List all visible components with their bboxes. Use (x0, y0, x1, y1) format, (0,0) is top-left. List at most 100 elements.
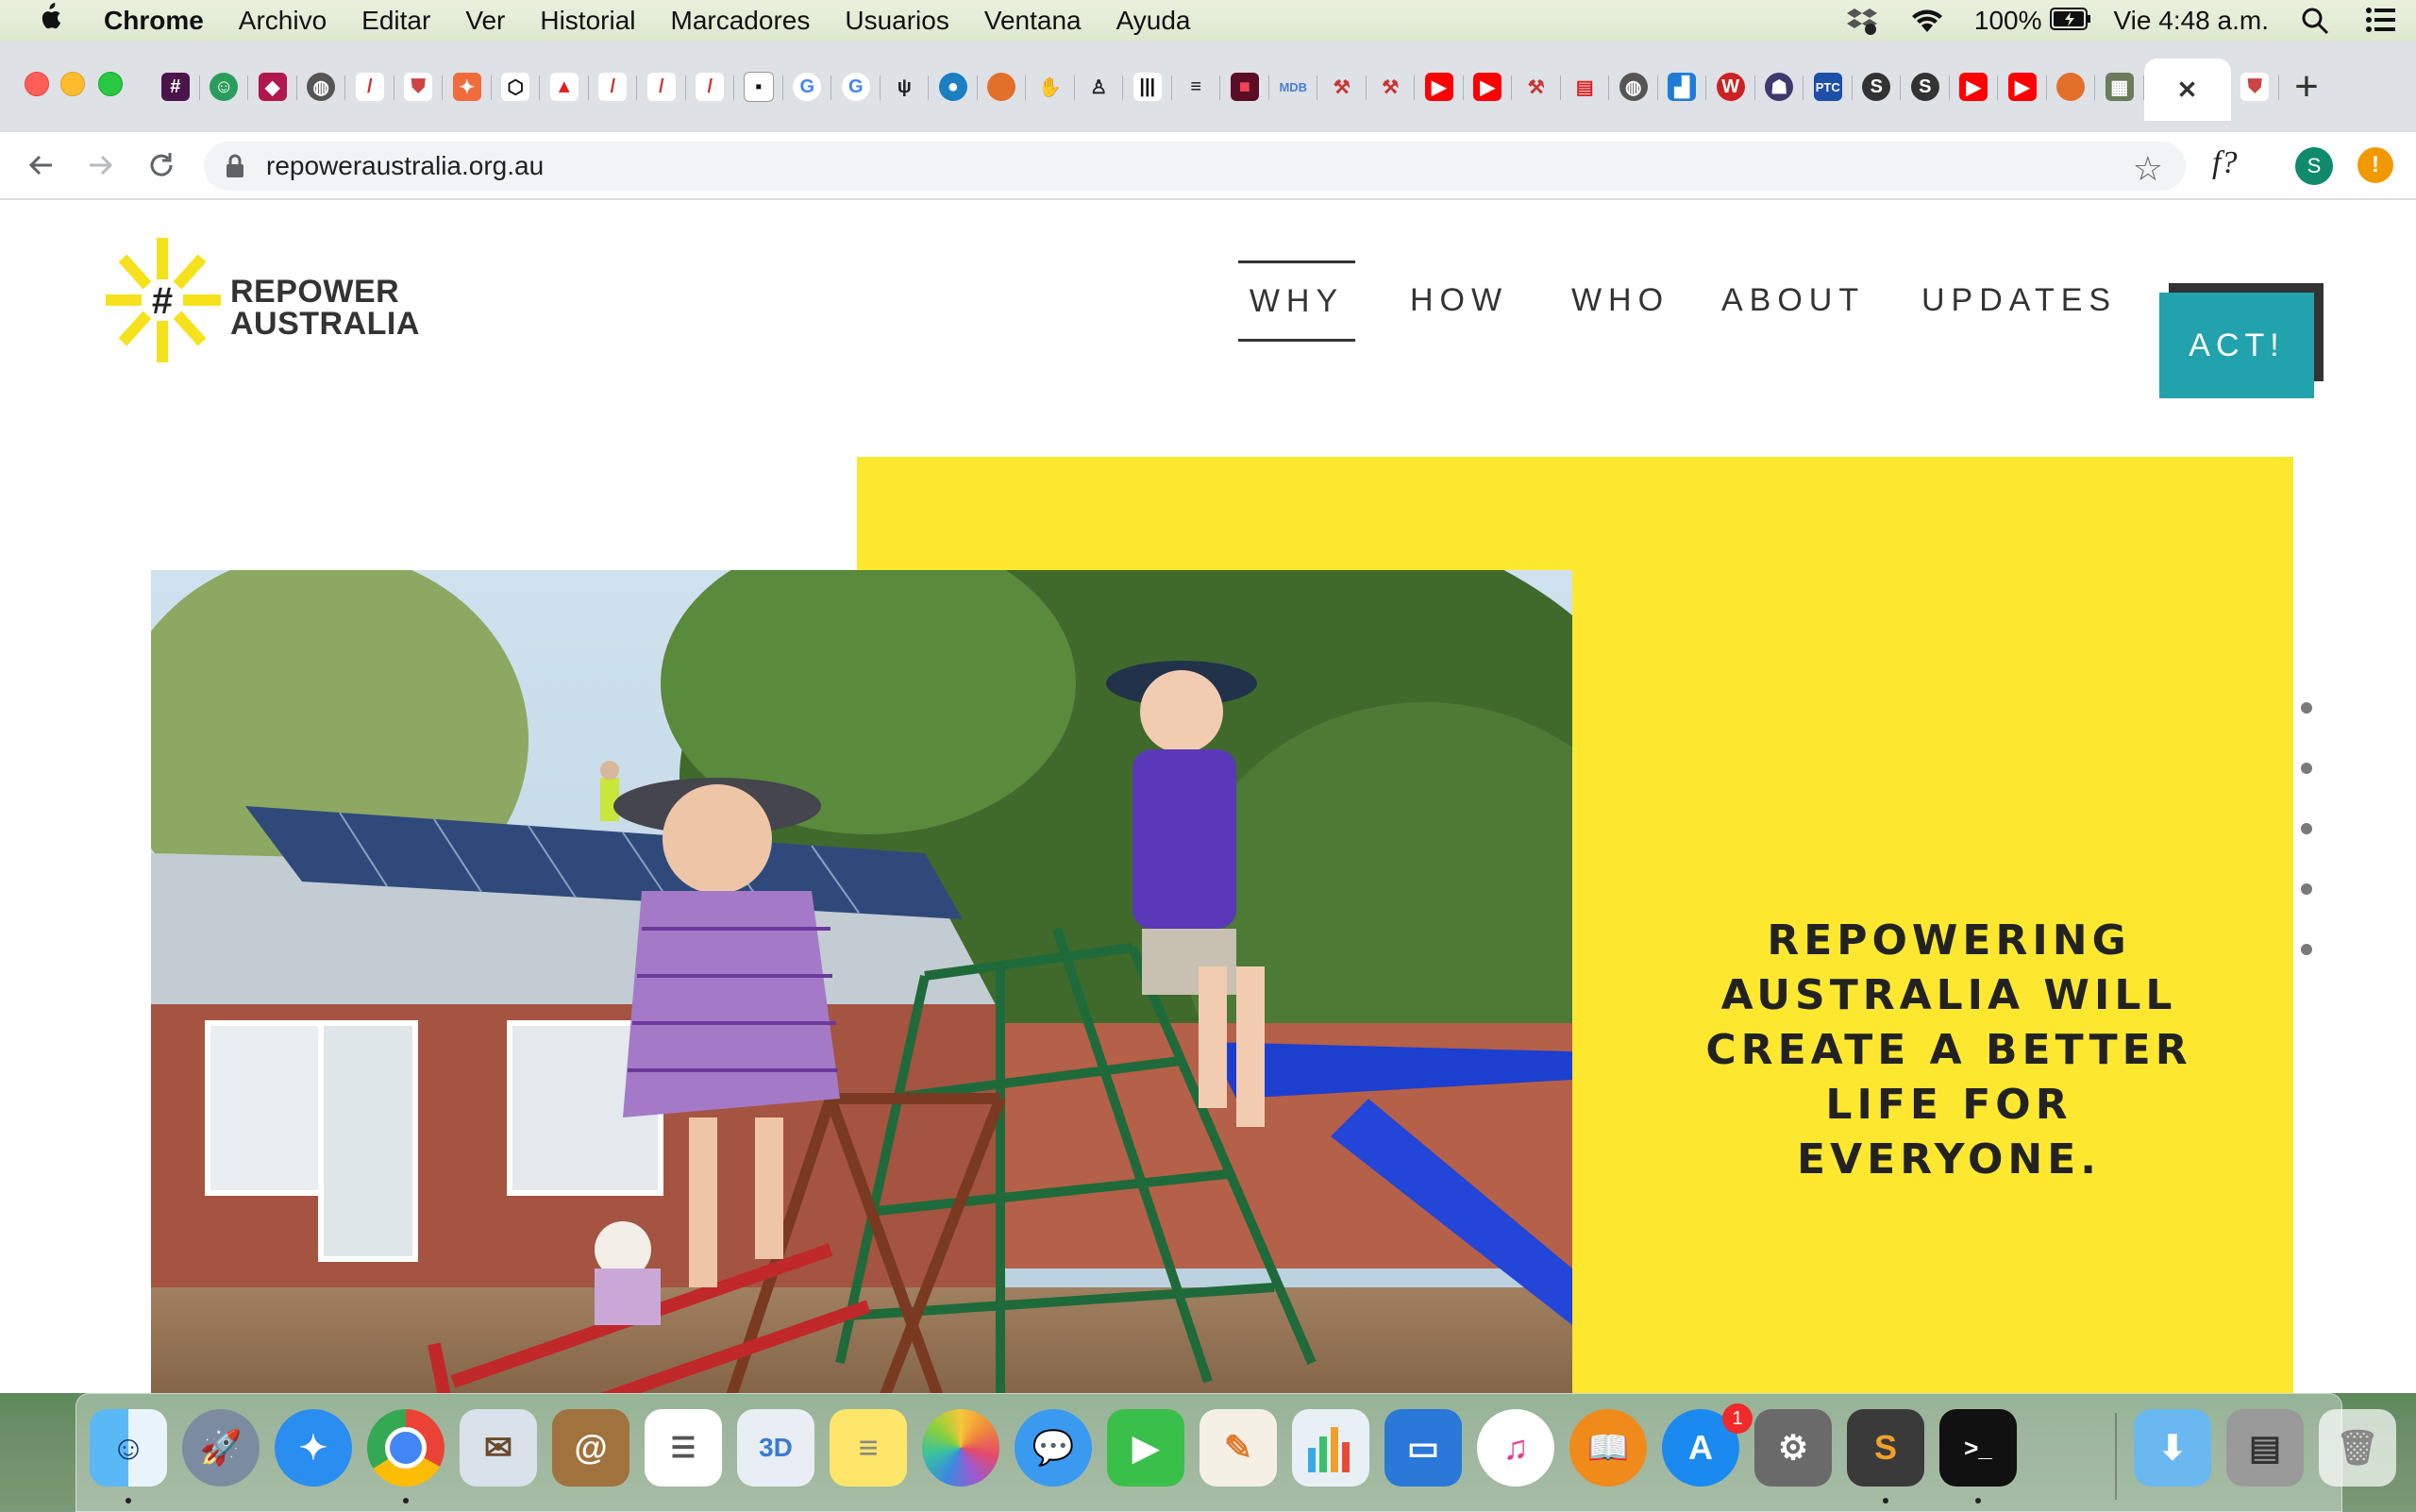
window-close-button[interactable] (25, 72, 49, 96)
tab[interactable]: ⚒ (1317, 59, 1367, 115)
nav-how[interactable]: HOW (1401, 262, 1518, 338)
tab[interactable]: ◆ (248, 59, 297, 115)
documents-stack-icon[interactable]: ▤ (2226, 1409, 2304, 1487)
nav-who[interactable]: WHO (1561, 262, 1680, 338)
tab[interactable]: ▶ (1998, 59, 2047, 115)
menu-archivo[interactable]: Archivo (239, 6, 327, 36)
facetime-icon[interactable]: ▶ (1107, 1409, 1184, 1487)
dropbox-icon[interactable] (1846, 7, 1878, 35)
slide-dot[interactable] (2301, 702, 2312, 714)
extension-formula-icon[interactable]: f? (2212, 145, 2237, 181)
keynote-icon[interactable]: ▭ (1384, 1409, 1462, 1487)
tab[interactable]: ● (929, 59, 978, 115)
tab[interactable]: / (345, 59, 394, 115)
tab[interactable]: W (1706, 59, 1755, 115)
slide-dot[interactable] (2301, 944, 2312, 955)
downloads-folder-icon[interactable]: ⬇ (2134, 1409, 2211, 1487)
menu-usuarios[interactable]: Usuarios (845, 6, 948, 36)
tab[interactable]: ◍ (297, 59, 346, 115)
act-button[interactable]: ACT! (2159, 293, 2314, 398)
tab[interactable]: ✋ (1026, 59, 1075, 115)
menu-ventana[interactable]: Ventana (984, 6, 1082, 36)
trash-icon[interactable]: 🗑 (2319, 1409, 2396, 1487)
tab[interactable] (2047, 59, 2096, 115)
tab[interactable]: ⚒ (1367, 59, 1416, 115)
chrome-icon[interactable] (367, 1409, 445, 1487)
tab[interactable]: ☺ (200, 59, 249, 115)
tab[interactable]: ▤ (1561, 59, 1610, 115)
tab[interactable]: ✦ (443, 59, 492, 115)
tab[interactable]: ▪ (734, 59, 783, 115)
sublime-text-icon[interactable]: S (1847, 1409, 1924, 1487)
itunes-music-icon[interactable]: ♫ (1477, 1409, 1554, 1487)
slide-dot[interactable] (2301, 883, 2312, 895)
back-arrow-icon[interactable] (17, 142, 64, 189)
tab[interactable]: ☗ (1755, 59, 1804, 115)
tab[interactable]: G (783, 59, 832, 115)
menu-marcadores[interactable]: Marcadores (671, 6, 811, 36)
tab[interactable]: / (589, 59, 638, 115)
tab[interactable]: ▶ (1950, 59, 1999, 115)
address-bar[interactable]: repoweraustralia.org.au ☆ (204, 142, 2186, 191)
profile-avatar[interactable]: S (2295, 147, 2333, 185)
mail-stamp-icon[interactable]: ✉ (460, 1409, 537, 1487)
tab-close-icon[interactable]: ✕ (2177, 76, 2198, 105)
menu-editar[interactable]: Editar (361, 6, 430, 36)
messages-bubble-icon[interactable]: 💬 (1015, 1409, 1092, 1487)
nav-why[interactable]: WHY (1238, 260, 1355, 342)
reminders-icon[interactable]: ☰ (645, 1409, 722, 1487)
tab[interactable]: ⬡ (492, 59, 541, 115)
spotlight-search-icon[interactable] (2301, 7, 2333, 35)
ibooks-icon[interactable]: 📖 (1569, 1409, 1647, 1487)
tab[interactable]: ⛊ (394, 59, 444, 115)
nav-updates[interactable]: UPDATES (1921, 262, 2110, 338)
tab[interactable]: ||| (1123, 59, 1172, 115)
tab[interactable]: MDB (1269, 59, 1318, 115)
tab[interactable] (978, 59, 1027, 115)
site-logo[interactable]: # REPOWER AUSTRALIA (106, 238, 427, 370)
terminal-icon[interactable]: >_ (1939, 1409, 2017, 1487)
new-tab-button[interactable]: + (2278, 60, 2335, 113)
forward-arrow-icon[interactable] (77, 142, 125, 189)
menu-ver[interactable]: Ver (465, 6, 505, 36)
tab[interactable]: G (831, 59, 881, 115)
numbers-chart-icon[interactable] (1292, 1409, 1369, 1487)
pages-icon[interactable]: ✎ (1200, 1409, 1277, 1487)
launchpad-rocket-icon[interactable]: 🚀 (182, 1409, 260, 1487)
update-warning-icon[interactable]: ! (2357, 147, 2393, 183)
finder-icon[interactable]: ☺ (90, 1409, 167, 1487)
preview-icon[interactable]: 3D (737, 1409, 814, 1487)
slide-dot[interactable] (2301, 763, 2312, 774)
safari-compass-icon[interactable]: ✦ (275, 1409, 352, 1487)
tab[interactable]: / (686, 59, 735, 115)
tab[interactable]: PTC (1804, 59, 1853, 115)
tab[interactable]: ■ (1220, 59, 1269, 115)
tab[interactable]: ◍ (1609, 59, 1658, 115)
tab[interactable]: ▦ (2095, 59, 2144, 115)
tab[interactable]: # (151, 59, 200, 115)
menu-app-name[interactable]: Chrome (104, 6, 204, 36)
battery-icon[interactable] (2049, 7, 2090, 35)
tab[interactable]: ≡ (1172, 59, 1221, 115)
menu-ayuda[interactable]: Ayuda (1116, 6, 1191, 36)
window-minimize-button[interactable] (60, 72, 85, 96)
tab[interactable]: ▶ (1415, 59, 1464, 115)
tab[interactable]: ▶ (1464, 59, 1513, 115)
tab[interactable]: ♙ (1075, 59, 1124, 115)
tab-active[interactable]: ✕ (2143, 59, 2231, 121)
bookmark-star-icon[interactable]: ☆ (2133, 149, 2163, 189)
tab[interactable]: ψ (881, 59, 930, 115)
notification-center-icon[interactable] (2365, 7, 2397, 35)
photos-icon[interactable] (922, 1409, 999, 1487)
tab[interactable]: ⛊ (2231, 59, 2280, 115)
contacts-icon[interactable]: @ (552, 1409, 629, 1487)
nav-about[interactable]: ABOUT (1721, 262, 1861, 338)
tab[interactable]: S (1853, 59, 1902, 115)
clock[interactable]: Vie 4:48 a.m. (2114, 6, 2269, 36)
reload-icon[interactable] (138, 142, 185, 189)
wifi-icon[interactable] (1910, 7, 1942, 35)
tab[interactable]: ▟ (1658, 59, 1707, 115)
tab[interactable]: / (637, 59, 686, 115)
slide-dot[interactable] (2301, 823, 2312, 834)
lock-icon[interactable] (225, 154, 247, 178)
